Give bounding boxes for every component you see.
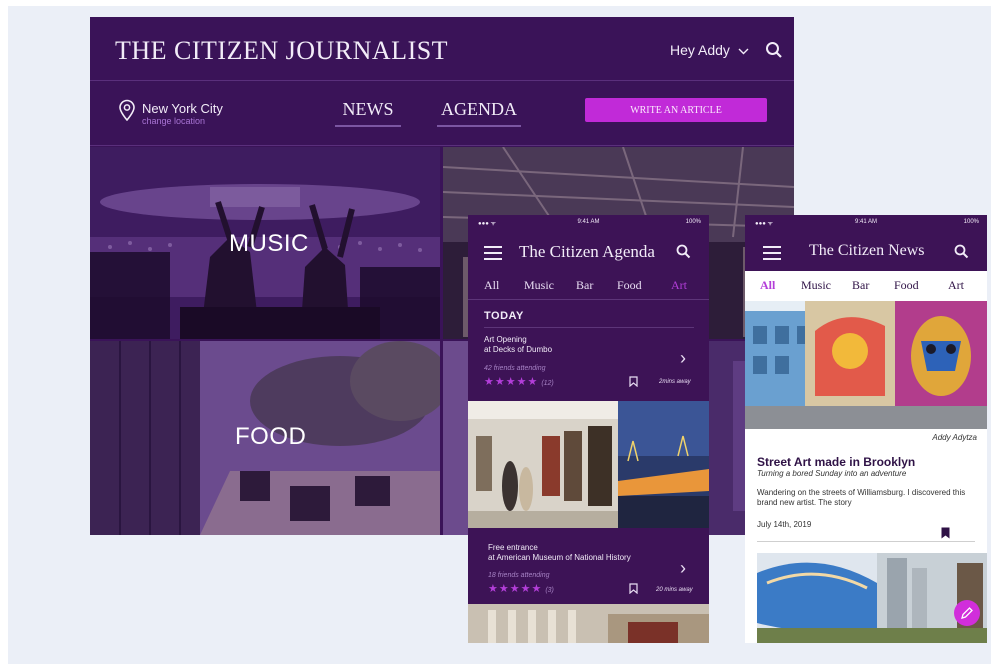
- article-date: July 14th, 2019: [757, 520, 812, 529]
- rating-count: (12): [541, 380, 554, 387]
- pencil-icon: [961, 607, 973, 619]
- event-image[interactable]: [468, 604, 709, 643]
- sculpture-image: [757, 553, 987, 643]
- tab-bar[interactable]: Bar: [852, 278, 869, 293]
- tab-music[interactable]: Music: [524, 278, 554, 293]
- music-category-tile[interactable]: MUSIC: [90, 147, 440, 339]
- rating-count: (3): [545, 587, 554, 594]
- current-city: New York City: [142, 101, 223, 116]
- tab-art[interactable]: Art: [948, 278, 964, 293]
- nav-news[interactable]: NEWS: [335, 99, 401, 127]
- music-label: MUSIC: [229, 230, 309, 257]
- chevron-right-icon[interactable]: ›: [680, 558, 686, 579]
- event-friends: 42 friends attending: [484, 365, 546, 372]
- agenda-phone: ●●● ᯤ 9:41 AM 100% The Citizen Agenda Al…: [468, 215, 709, 643]
- search-icon[interactable]: [765, 41, 783, 59]
- category-tabs: All Music Bar Food Art: [468, 278, 709, 294]
- status-bar: ●●● ᯤ 9:41 AM 100%: [468, 215, 709, 229]
- food-category-tile[interactable]: FOOD: [90, 341, 440, 535]
- tab-music[interactable]: Music: [801, 278, 831, 293]
- tabs-divider: [468, 299, 709, 300]
- photo-credit: Addy Adytza: [932, 433, 977, 442]
- battery-level: 100%: [963, 219, 979, 225]
- status-time: 9:41 AM: [577, 219, 600, 225]
- event-distance: 20 mins away: [656, 587, 693, 593]
- menu-icon[interactable]: [484, 246, 502, 260]
- museum-image: [468, 604, 709, 643]
- chevron-down-icon: [738, 46, 749, 58]
- event-venue: at Decks of Dumbo: [484, 345, 553, 354]
- star-rating: ★★★★★ (3): [488, 583, 554, 595]
- tab-all[interactable]: All: [484, 278, 499, 293]
- event-venue: at American Museum of National History: [488, 553, 631, 562]
- article-divider: [757, 541, 975, 542]
- star-rating: ★★★★★ (12): [484, 376, 554, 388]
- user-menu[interactable]: Hey Addy: [670, 42, 749, 58]
- menu-icon[interactable]: [763, 246, 781, 260]
- event-title: Free entrance: [488, 543, 538, 552]
- desktop-header: THE CITIZEN JOURNALIST Hey Addy: [90, 17, 794, 81]
- write-article-button[interactable]: WRITE AN ARTICLE: [585, 98, 767, 122]
- site-brand[interactable]: THE CITIZEN JOURNALIST: [115, 36, 448, 66]
- bookmark-icon[interactable]: [941, 527, 950, 539]
- tab-food[interactable]: Food: [894, 278, 919, 293]
- agenda-title: The Citizen Agenda: [519, 242, 655, 261]
- news-header: ●●● ᯤ 9:41 AM 100% The Citizen News: [745, 215, 987, 271]
- article-image[interactable]: [757, 553, 987, 643]
- chevron-right-icon[interactable]: ›: [680, 348, 686, 369]
- user-greeting: Hey Addy: [670, 42, 730, 58]
- event-title: Art Opening: [484, 335, 527, 344]
- tab-bar[interactable]: Bar: [576, 278, 593, 293]
- section-heading: TODAY: [484, 310, 524, 322]
- search-icon[interactable]: [676, 244, 691, 259]
- article-subtitle: Turning a bored Sunday into an adventure: [757, 469, 907, 478]
- battery-level: 100%: [685, 219, 701, 225]
- street-art-image: [745, 301, 987, 429]
- gallery-bridge-image: [468, 401, 709, 528]
- tab-food[interactable]: Food: [617, 278, 642, 293]
- section-divider: [484, 327, 694, 328]
- news-title: The Citizen News: [809, 242, 925, 259]
- event-friends: 18 friends attending: [488, 572, 550, 579]
- search-icon[interactable]: [954, 244, 969, 259]
- bookmark-icon[interactable]: [629, 583, 638, 594]
- status-time: 9:41 AM: [854, 219, 877, 225]
- food-label: FOOD: [235, 423, 307, 450]
- category-tabs: All Music Bar Food Art: [745, 278, 987, 294]
- article-image[interactable]: [745, 301, 987, 429]
- change-location-link[interactable]: change location: [142, 116, 205, 126]
- header-divider: [90, 145, 794, 146]
- tab-art[interactable]: Art: [671, 278, 687, 293]
- event-distance: 2mins away: [659, 379, 691, 385]
- news-phone: ●●● ᯤ 9:41 AM 100% The Citizen News All …: [745, 215, 987, 643]
- nav-agenda[interactable]: AGENDA: [437, 99, 521, 127]
- tab-all[interactable]: All: [760, 278, 775, 293]
- event-image[interactable]: [468, 401, 709, 528]
- bookmark-icon[interactable]: [629, 376, 638, 387]
- article-excerpt: Wandering on the streets of Williamsburg…: [757, 488, 966, 507]
- write-article-fab[interactable]: [954, 600, 980, 626]
- article-title[interactable]: Street Art made in Brooklyn: [757, 455, 915, 469]
- location-pin-icon[interactable]: [118, 99, 136, 121]
- status-bar: ●●● ᯤ 9:41 AM 100%: [745, 215, 987, 229]
